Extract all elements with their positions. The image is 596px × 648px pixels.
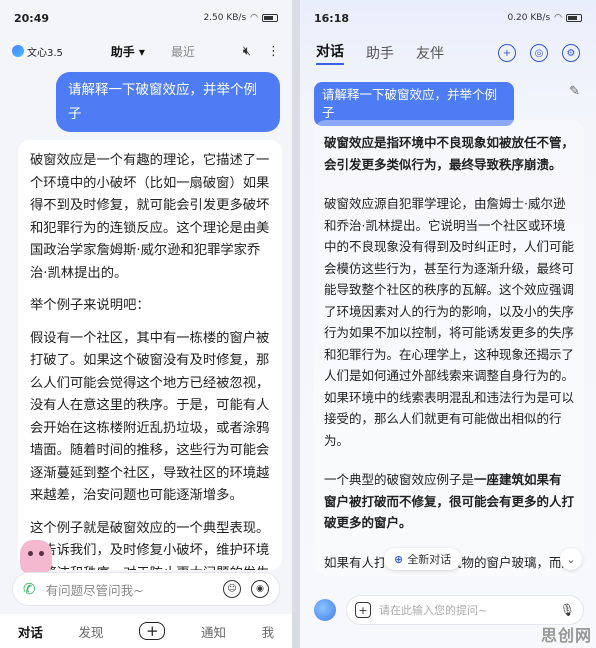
tab-assistant[interactable]: 助手 — [366, 43, 394, 63]
assistant-avatar[interactable] — [314, 599, 336, 621]
status-time: 20:49 — [14, 11, 50, 25]
header-tabs: 助手 ▾ 最近 — [63, 43, 243, 60]
scroll-down-button[interactable]: ⌄ — [560, 548, 582, 570]
battery-icon — [566, 14, 582, 22]
new-dialog-button[interactable]: ⊕ 全新对话 — [384, 548, 462, 570]
chat-input[interactable]: 请在此输入您的提问~ — [379, 602, 552, 618]
answer-paragraph: 假设有一个社区，其中有一栋楼的窗户被打破了。如果这个破窗没有及时修复，那么人们可… — [30, 330, 270, 504]
agent-icon[interactable]: ◎ — [530, 44, 548, 62]
image-upload-icon[interactable]: ☺ — [223, 580, 241, 598]
status-icons: 2.50 KB/s ◠ — [203, 13, 278, 23]
model-label: 文心3.5 — [27, 47, 63, 59]
attach-icon[interactable]: + — [355, 602, 371, 618]
user-question-bubble: 请解释一下破窗效应，并举个例子 — [56, 72, 280, 132]
tab-assistant-label: 助手 — [110, 44, 135, 59]
new-chat-icon[interactable]: + — [498, 44, 516, 62]
status-time: 16:18 — [314, 11, 350, 25]
left-phone-screen: 20:49 2.50 KB/s ◠ 文心3.5 助手 ▾ 最近 🔇︎ ⋮ 请解释… — [0, 0, 292, 648]
settings-icon[interactable]: ⚙ — [562, 44, 580, 62]
header-actions: 🔇︎ ⋮ — [243, 44, 280, 59]
tab-assistant[interactable]: 助手 ▾ — [111, 43, 145, 60]
voice-input-icon[interactable]: ◉ — [251, 580, 269, 598]
answer-paragraph: 这个例子就是破窗效应的一个典型表现。它告诉我们，及时修复小破坏，维护环境的整洁和… — [30, 520, 270, 571]
battery-icon — [262, 14, 278, 22]
answer-lead: 一个典型的破窗效应例子是 — [324, 472, 475, 487]
answer-paragraph: 破窗效应是一个有趣的理论，它描述了一个环境中的小破坏（比如一扇破窗）如果得不到及… — [30, 153, 270, 281]
app-header: 对话 助手 友伴 + ◎ ⚙ — [300, 38, 596, 68]
nav-notifications[interactable]: 通知 — [201, 622, 226, 641]
new-dialog-label: 全新对话 — [407, 553, 452, 566]
assistant-answer-card: 破窗效应是指环境中不良现象如被放任不管，会引发更多类似行为，最终导致秩序崩溃。 … — [314, 120, 584, 576]
wenxin-logo-icon — [12, 45, 24, 57]
network-speed: 2.50 KB/s — [203, 13, 247, 23]
chat-input-bar[interactable]: + 请在此输入您的提问~ 🎙︎ — [346, 595, 584, 625]
chat-input[interactable]: 有问题尽管问我~ — [46, 580, 213, 599]
mute-speaker-icon[interactable]: 🔇︎ — [243, 44, 251, 59]
status-bar: 16:18 0.20 KB/s ◠ — [300, 0, 596, 36]
answer-paragraph: 破窗效应是指环境中不良现象如被放任不管，会引发更多类似行为，最终导致秩序崩溃。 — [324, 132, 574, 175]
app-header: 文心3.5 助手 ▾ 最近 🔇︎ ⋮ — [0, 36, 292, 66]
microphone-icon[interactable]: 🎙︎ — [560, 603, 575, 617]
site-watermark: 思创网 — [540, 626, 592, 645]
header-actions: + ◎ ⚙ — [498, 44, 580, 62]
chevron-down-icon: ⌄ — [566, 552, 576, 566]
nav-me[interactable]: 我 — [262, 622, 275, 641]
bottom-nav: 对话 发现 + 通知 我 — [0, 614, 292, 648]
status-icons: 0.20 KB/s ◠ — [507, 13, 582, 23]
nav-discover[interactable]: 发现 — [79, 622, 104, 641]
model-switcher[interactable]: 文心3.5 — [12, 44, 63, 59]
tab-dialog[interactable]: 对话 — [316, 41, 344, 65]
tab-companion[interactable]: 友伴 — [416, 43, 444, 63]
answer-bold-summary: 破窗效应是指环境中不良现象如被放任不管，会引发更多类似行为，最终导致秩序崩溃。 — [324, 135, 575, 172]
tab-recent[interactable]: 最近 — [171, 43, 195, 60]
wifi-icon: ◠ — [554, 13, 562, 23]
voice-call-icon[interactable]: ✆ — [23, 580, 36, 598]
chat-input-bar[interactable]: ✆ 有问题尽管问我~ ☺ ◉ — [12, 572, 280, 606]
nav-create-button[interactable]: + — [139, 622, 166, 640]
assistant-answer-card: 破窗效应是一个有趣的理论，它描述了一个环境中的小破坏（比如一扇破窗）如果得不到及… — [18, 140, 282, 570]
answer-paragraph: 一个典型的破窗效应例子是一座建筑如果有窗户被打破而不修复，很可能会有更多的人打破… — [324, 469, 574, 534]
mascot-avatar[interactable] — [20, 540, 52, 574]
wifi-icon: ◠ — [250, 13, 258, 23]
answer-paragraph: 破窗效应源自犯罪学理论，由詹姆士·威尔逊和乔治·凯林提出。它说明当一个社区或环境… — [324, 196, 575, 448]
more-options-icon[interactable]: ⋮ — [267, 44, 280, 59]
network-speed: 0.20 KB/s — [507, 13, 551, 23]
right-phone-screen: 16:18 0.20 KB/s ◠ 对话 助手 友伴 + ◎ ⚙ 请解释一下破窗… — [300, 0, 596, 648]
nav-chat[interactable]: 对话 — [18, 622, 43, 641]
edit-pencil-icon[interactable]: ✎ — [569, 84, 580, 99]
plus-icon: ⊕ — [394, 552, 404, 566]
answer-paragraph: 举个例子来说明吧： — [30, 298, 150, 313]
status-bar: 20:49 2.50 KB/s ◠ — [0, 0, 292, 36]
